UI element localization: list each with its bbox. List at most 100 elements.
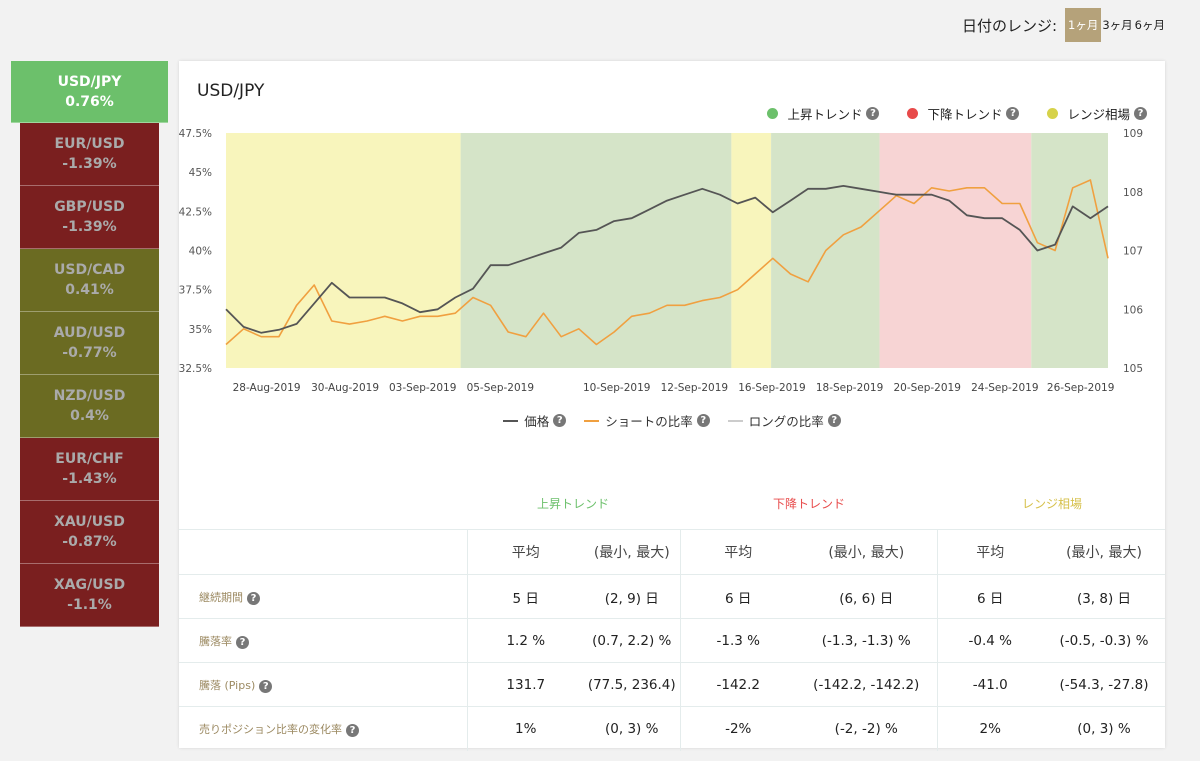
- row-label: 騰落 (Pips)?: [179, 662, 467, 707]
- range-header: レンジ相場: [1021, 497, 1083, 511]
- cell: (77.5, 236.4): [584, 662, 680, 707]
- cell: -41.0: [936, 662, 1043, 707]
- cell: (0, 3) %: [584, 706, 680, 751]
- up-trend-band: [460, 133, 732, 368]
- cell: (-2, -2) %: [796, 706, 937, 751]
- cell: (0, 3) %: [1043, 706, 1165, 751]
- x-tick-label: 16-Sep-2019: [738, 382, 805, 394]
- y-right-tick-label: 107: [1123, 246, 1143, 258]
- date-range-label: 日付のレンジ:: [961, 16, 1058, 35]
- y-left-tick-label: 37.5%: [179, 285, 212, 297]
- pair-name: NZD/USD: [53, 388, 126, 404]
- pair-eurchf[interactable]: EUR/CHF -1.43%: [20, 438, 159, 501]
- series-legend: 価格? ショートの比率? ロングの比率?: [179, 411, 1165, 430]
- trend-stats-table: 平均 (最小, 最大) 平均 (最小, 最大) 平均 (最小, 最大) 継続期間…: [179, 529, 1165, 751]
- cell: (-54.3, -27.8): [1043, 662, 1165, 707]
- help-icon[interactable]: ?: [247, 591, 260, 605]
- uptrend-header: 上昇トレンド: [536, 497, 610, 511]
- cell: (2, 9) 日: [584, 574, 680, 619]
- y-right-tick-label: 108: [1123, 187, 1143, 199]
- cell: -1.3 %: [679, 618, 796, 663]
- row-label: 売りポジション比率の変化率?: [179, 706, 467, 751]
- legend-long[interactable]: ロングの比率?: [727, 411, 841, 430]
- x-tick-label: 10-Sep-2019: [583, 382, 650, 394]
- range-3m-button[interactable]: 3ヶ月: [1101, 8, 1133, 42]
- x-tick-label: 03-Sep-2019: [389, 382, 456, 394]
- pair-change: 0.4%: [70, 408, 109, 424]
- pair-name: EUR/USD: [54, 136, 125, 152]
- help-icon[interactable]: ?: [827, 414, 841, 427]
- pair-xauusd[interactable]: XAU/USD -0.87%: [20, 501, 159, 564]
- col-avg: 平均: [679, 529, 796, 575]
- range-6m-button[interactable]: 6ヶ月: [1134, 8, 1166, 42]
- cell: (0.7, 2.2) %: [584, 618, 680, 663]
- legend-short[interactable]: ショートの比率?: [584, 411, 710, 430]
- row-label: 騰落率?: [179, 618, 467, 663]
- col-avg: 平均: [936, 529, 1043, 575]
- downtrend-header: 下降トレンド: [772, 497, 846, 511]
- pair-change: -1.39%: [62, 156, 117, 172]
- legend-price-label: 価格: [524, 414, 550, 429]
- pair-audusd[interactable]: AUD/USD -0.77%: [20, 312, 159, 375]
- pair-gbpusd[interactable]: GBP/USD -1.39%: [20, 186, 159, 249]
- pair-change: 0.76%: [65, 94, 114, 110]
- y-right-tick-label: 109: [1123, 128, 1143, 140]
- table-header-row: 平均 (最小, 最大) 平均 (最小, 最大) 平均 (最小, 最大): [179, 529, 1165, 575]
- help-icon[interactable]: ?: [553, 414, 567, 427]
- cell: 131.7: [466, 662, 584, 707]
- pair-change: -1.39%: [62, 219, 117, 235]
- pair-change: -0.87%: [62, 534, 117, 550]
- cell: (-1.3, -1.3) %: [796, 618, 937, 663]
- cell: 6 日: [936, 574, 1043, 619]
- help-icon[interactable]: ?: [236, 635, 249, 649]
- pair-name: USD/CAD: [54, 262, 125, 278]
- y-right-tick-label: 105: [1123, 363, 1143, 375]
- pair-name: XAU/USD: [54, 514, 125, 530]
- line-swatch-icon: [503, 419, 519, 422]
- pair-change: 0.41%: [65, 282, 114, 298]
- range-trend-band: [731, 133, 772, 368]
- pair-nzdusd[interactable]: NZD/USD 0.4%: [20, 375, 159, 438]
- y-left-tick-label: 40%: [189, 246, 212, 258]
- range-1m-button[interactable]: 1ヶ月: [1065, 8, 1102, 42]
- cell: -0.4 %: [936, 618, 1043, 663]
- col-minmax: (最小, 最大): [796, 529, 937, 575]
- price-chart: 32.5% 35% 37.5% 40% 42.5% 45% 47.5% 105 106 107 10…: [179, 128, 1143, 394]
- date-range-selector: 日付のレンジ: 1ヶ月 3ヶ月 6ヶ月: [962, 8, 1166, 42]
- legend-short-label: ショートの比率: [605, 414, 693, 429]
- col-minmax: (最小, 最大): [1043, 529, 1165, 575]
- x-tick-label: 26-Sep-2019: [1047, 382, 1114, 394]
- x-tick-label: 30-Aug-2019: [311, 382, 379, 394]
- cell: 6 日: [679, 574, 796, 619]
- legend-long-label: ロングの比率: [748, 414, 824, 429]
- cell: (6, 6) 日: [796, 574, 937, 619]
- cell: -2%: [679, 706, 796, 751]
- line-swatch-icon: [727, 419, 743, 422]
- x-tick-label: 18-Sep-2019: [816, 382, 883, 394]
- x-tick-label: 05-Sep-2019: [467, 382, 534, 394]
- legend-price[interactable]: 価格?: [503, 411, 567, 430]
- y-left-tick-label: 42.5%: [179, 206, 212, 218]
- col-minmax: (最小, 最大): [584, 529, 680, 575]
- pair-xagusd[interactable]: XAG/USD -1.1%: [20, 564, 159, 627]
- pair-usdcad[interactable]: USD/CAD 0.41%: [20, 249, 159, 312]
- pair-change: -0.77%: [62, 345, 117, 361]
- table-row: 騰落率? 1.2 % (0.7, 2.2) % -1.3 % (-1.3, -1…: [179, 618, 1165, 663]
- x-tick-label: 24-Sep-2019: [971, 382, 1038, 394]
- pair-eurusd[interactable]: EUR/USD -1.39%: [20, 123, 159, 186]
- cell: 5 日: [466, 574, 584, 619]
- up-trend-band: [1031, 133, 1108, 368]
- pair-usdjpy[interactable]: USD/JPY 0.76%: [11, 61, 168, 123]
- pair-name: GBP/USD: [54, 199, 125, 215]
- empty-header: [179, 529, 467, 575]
- help-icon[interactable]: ?: [696, 414, 710, 427]
- help-icon[interactable]: ?: [346, 723, 359, 737]
- y-left-tick-label: 47.5%: [179, 128, 212, 140]
- help-icon[interactable]: ?: [259, 679, 273, 693]
- cell: (-0.5, -0.3) %: [1043, 618, 1165, 663]
- table-row: 継続期間? 5 日 (2, 9) 日 6 日 (6, 6) 日 6 日 (3, …: [179, 574, 1165, 619]
- pair-name: USD/JPY: [57, 74, 122, 90]
- currency-pair-list: USD/JPY 0.76% EUR/USD -1.39% GBP/USD -1.39%…: [11, 61, 168, 627]
- row-label: 継続期間?: [179, 574, 467, 619]
- pair-change: -1.43%: [62, 471, 117, 487]
